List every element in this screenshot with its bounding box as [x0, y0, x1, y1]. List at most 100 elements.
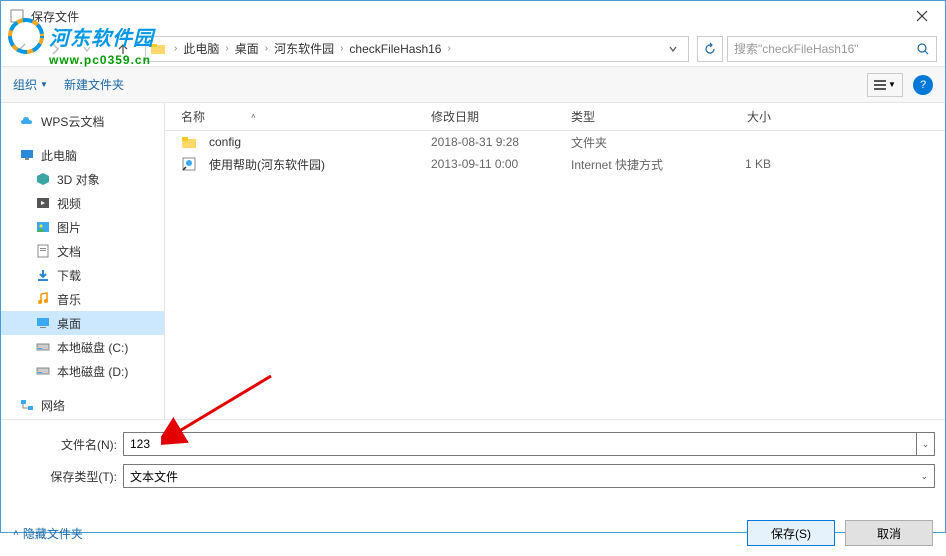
- music-icon: [35, 291, 51, 307]
- filename-input[interactable]: [123, 432, 917, 456]
- search-input[interactable]: 搜索"checkFileHash16": [727, 36, 937, 62]
- main-area: WPS云文档 此电脑 3D 对象 视频 图片 文档 下载 音乐: [1, 103, 945, 419]
- drive-icon: [35, 339, 51, 355]
- column-headers: 名称˄ 修改日期 类型 大小: [165, 103, 945, 131]
- file-list: 名称˄ 修改日期 类型 大小 config 2018-08-31 9:28 文件…: [165, 103, 945, 419]
- sidebar-label: 网络: [41, 397, 65, 414]
- breadcrumb[interactable]: › 此电脑 › 桌面 › 河东软件园 › checkFileHash16 ›: [145, 36, 689, 62]
- refresh-icon: [703, 42, 717, 56]
- sidebar-label: 本地磁盘 (D:): [57, 363, 128, 380]
- sidebar-label: 视频: [57, 195, 81, 212]
- breadcrumb-item[interactable]: 河东软件园: [272, 40, 336, 57]
- toolbar: 组织 ▼ 新建文件夹 ▼ ?: [1, 67, 945, 103]
- organize-button[interactable]: 组织 ▼: [13, 76, 48, 93]
- sidebar-label: 3D 对象: [57, 171, 100, 188]
- chevron-down-icon: ▼: [40, 80, 48, 89]
- titlebar: 保存文件: [1, 1, 945, 31]
- folder-icon: [150, 41, 166, 57]
- sidebar-item-disk-c[interactable]: 本地磁盘 (C:): [1, 335, 164, 359]
- document-icon: [35, 243, 51, 259]
- history-dropdown[interactable]: [73, 35, 101, 63]
- image-icon: [35, 219, 51, 235]
- sidebar-label: 桌面: [57, 315, 81, 332]
- sidebar-item-downloads[interactable]: 下载: [1, 263, 164, 287]
- sidebar-item-music[interactable]: 音乐: [1, 287, 164, 311]
- file-row[interactable]: config 2018-08-31 9:28 文件夹: [165, 131, 945, 153]
- monitor-icon: [19, 147, 35, 163]
- chevron-down-icon: [82, 44, 92, 54]
- video-icon: [35, 195, 51, 211]
- file-date: 2013-09-11 0:00: [431, 157, 571, 171]
- sidebar-item-wps[interactable]: WPS云文档: [1, 109, 164, 133]
- sidebar-label: 此电脑: [41, 147, 77, 164]
- navbar: › 此电脑 › 桌面 › 河东软件园 › checkFileHash16 › 搜…: [1, 31, 945, 67]
- file-name: 使用帮助(河东软件园): [209, 156, 325, 173]
- drive-icon: [35, 363, 51, 379]
- arrow-right-icon: [47, 41, 63, 57]
- up-button[interactable]: [109, 35, 137, 63]
- filename-dropdown[interactable]: ⌄: [917, 432, 935, 456]
- desktop-icon: [35, 315, 51, 331]
- file-type: Internet 快捷方式: [571, 156, 711, 173]
- sidebar-item-network[interactable]: 网络: [1, 393, 164, 417]
- col-type-header[interactable]: 类型: [571, 108, 711, 125]
- arrow-up-icon: [115, 41, 131, 57]
- sidebar: WPS云文档 此电脑 3D 对象 视频 图片 文档 下载 音乐: [1, 103, 165, 419]
- shortcut-icon: [181, 156, 197, 172]
- sort-indicator-icon: ˄: [251, 112, 256, 121]
- network-icon: [19, 397, 35, 413]
- sidebar-item-video[interactable]: 视频: [1, 191, 164, 215]
- file-size: 1 KB: [711, 157, 791, 171]
- sidebar-label: 文档: [57, 243, 81, 260]
- breadcrumb-dropdown[interactable]: [662, 37, 684, 61]
- refresh-button[interactable]: [697, 36, 723, 62]
- cube-icon: [35, 171, 51, 187]
- app-icon: [9, 8, 25, 24]
- file-name: config: [209, 135, 241, 149]
- sidebar-item-desktop[interactable]: 桌面: [1, 311, 164, 335]
- sidebar-label: 下载: [57, 267, 81, 284]
- list-view-icon: [874, 79, 886, 91]
- col-name-header[interactable]: 名称˄: [181, 108, 431, 125]
- chevron-down-icon: ⌄: [922, 439, 930, 450]
- sidebar-label: 本地磁盘 (C:): [57, 339, 128, 356]
- col-date-header[interactable]: 修改日期: [431, 108, 571, 125]
- sidebar-item-documents[interactable]: 文档: [1, 239, 164, 263]
- breadcrumb-item[interactable]: 桌面: [233, 40, 261, 57]
- sidebar-label: WPS云文档: [41, 113, 104, 130]
- filetype-select[interactable]: 文本文件 ⌄: [123, 464, 935, 488]
- view-options-button[interactable]: ▼: [867, 73, 903, 97]
- breadcrumb-item[interactable]: checkFileHash16: [347, 42, 443, 56]
- cloud-icon: [19, 113, 35, 129]
- search-icon: [916, 42, 930, 56]
- folder-icon: [181, 134, 197, 150]
- help-button[interactable]: ?: [913, 75, 933, 95]
- file-row[interactable]: 使用帮助(河东软件园) 2013-09-11 0:00 Internet 快捷方…: [165, 153, 945, 175]
- chevron-down-icon: ▼: [888, 80, 896, 89]
- close-button[interactable]: [899, 1, 945, 31]
- col-size-header[interactable]: 大小: [711, 108, 791, 125]
- cancel-button[interactable]: 取消: [845, 520, 933, 546]
- sidebar-item-disk-d[interactable]: 本地磁盘 (D:): [1, 359, 164, 383]
- chevron-down-icon: [668, 44, 678, 54]
- hide-folders-toggle[interactable]: ˄ 隐藏文件夹: [13, 525, 83, 542]
- breadcrumb-sep: ›: [170, 43, 181, 54]
- sidebar-item-pc[interactable]: 此电脑: [1, 143, 164, 167]
- sidebar-item-pictures[interactable]: 图片: [1, 215, 164, 239]
- sidebar-label: 音乐: [57, 291, 81, 308]
- chevron-up-icon: ˄: [13, 528, 19, 539]
- new-folder-button[interactable]: 新建文件夹: [64, 76, 124, 93]
- file-date: 2018-08-31 9:28: [431, 135, 571, 149]
- search-placeholder: 搜索"checkFileHash16": [734, 40, 916, 57]
- sidebar-item-3d[interactable]: 3D 对象: [1, 167, 164, 191]
- close-icon: [916, 10, 928, 22]
- chevron-down-icon: ⌄: [920, 471, 928, 482]
- arrow-left-icon: [15, 41, 31, 57]
- save-button[interactable]: 保存(S): [747, 520, 835, 546]
- breadcrumb-item[interactable]: 此电脑: [181, 40, 221, 57]
- filename-label: 文件名(N):: [11, 436, 123, 453]
- filetype-value: 文本文件: [130, 468, 178, 485]
- forward-button[interactable]: [41, 35, 69, 63]
- sidebar-label: 图片: [57, 219, 81, 236]
- back-button[interactable]: [9, 35, 37, 63]
